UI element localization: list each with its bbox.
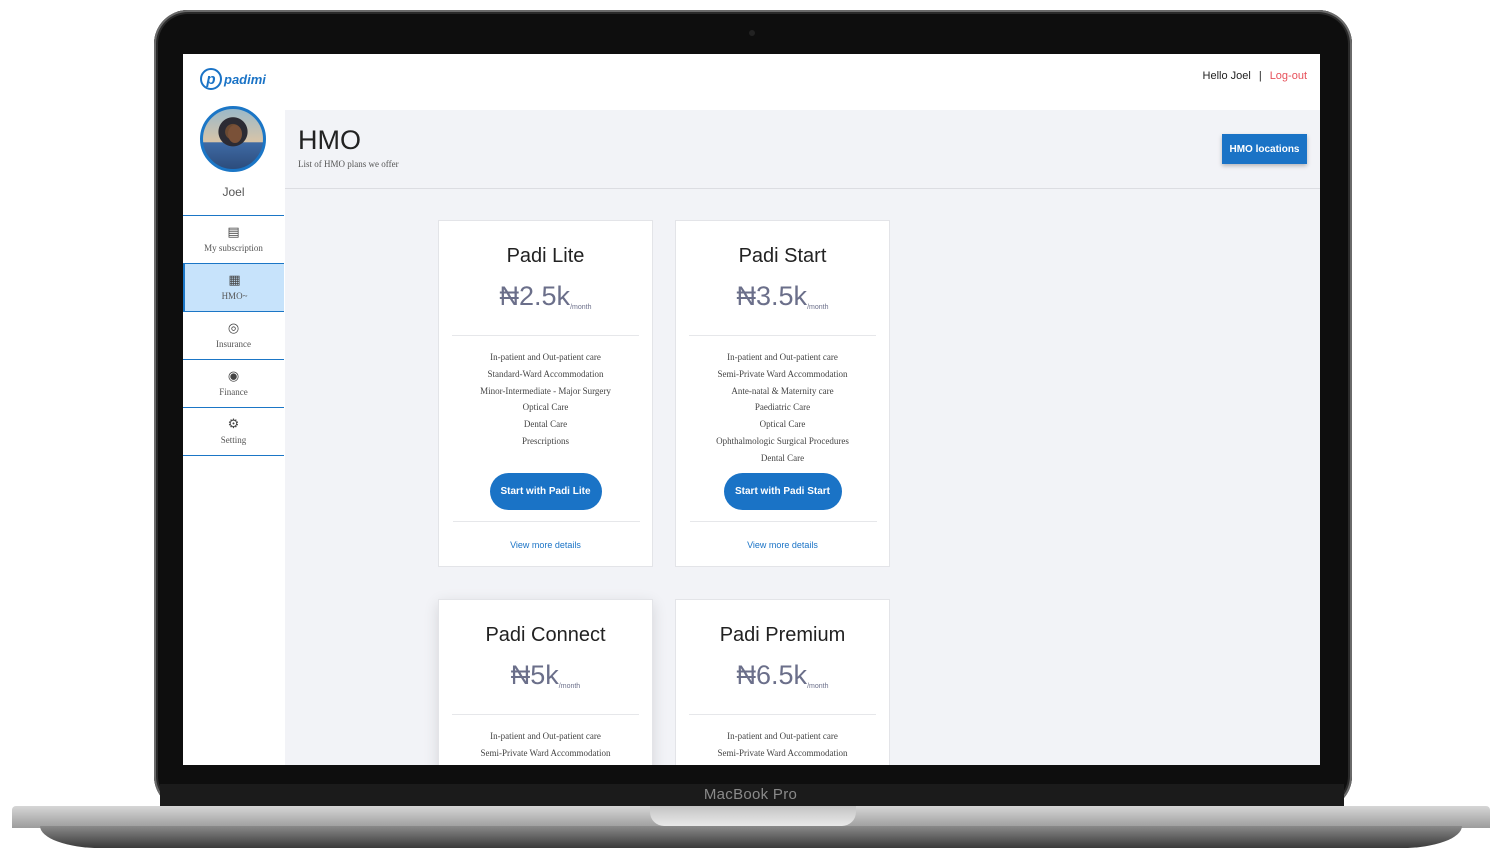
divider xyxy=(689,714,876,715)
plan-features: In-patient and Out-patient care Semi-Pri… xyxy=(439,728,652,762)
page-header: HMO List of HMO plans we offer HMO locat… xyxy=(285,110,1320,189)
plan-price: ₦5k/month xyxy=(439,661,652,701)
user-greeting: Hello Joel | Log-out xyxy=(1203,70,1307,82)
finance-icon: ◉ xyxy=(227,369,240,384)
feature-item: Semi-Private Ward Accommodation xyxy=(480,747,611,758)
avatar[interactable] xyxy=(200,106,266,172)
price-period: /month xyxy=(570,304,592,311)
plan-features: In-patient and Out-patient care Semi-Pri… xyxy=(676,728,889,762)
plan-card: Padi Lite ₦2.5k/month In-patient and Out… xyxy=(438,220,653,567)
view-more-details-link[interactable]: View more details xyxy=(439,540,652,550)
feature-item: Optical Care xyxy=(759,419,806,430)
feature-item: Dental Care xyxy=(523,419,568,430)
feature-item: Minor-Intermediate - Major Surgery xyxy=(480,385,611,396)
divider xyxy=(689,335,876,336)
start-padi-start-button[interactable]: Start with Padi Start xyxy=(723,473,842,510)
price-period: /month xyxy=(558,683,581,690)
logout-link[interactable]: Log-out xyxy=(1270,70,1307,82)
plan-name: Padi Premium xyxy=(719,624,846,646)
logo-text: padimi xyxy=(224,71,266,87)
feature-item: Optical Care xyxy=(522,402,569,413)
feature-item: In-patient and Out-patient care xyxy=(727,731,838,741)
device-label: MacBook Pro xyxy=(703,786,798,803)
plan-price: ₦6.5k/month xyxy=(676,661,889,701)
document-check-icon: ▤ xyxy=(227,225,240,240)
hmo-locations-button[interactable]: HMO locations xyxy=(1222,134,1307,164)
gear-icon: ⚙ xyxy=(227,417,240,432)
plan-name: Padi Start xyxy=(738,245,827,267)
sidebar-item-label: HMO~ xyxy=(221,291,248,301)
feature-item: Paediatric Care xyxy=(754,402,811,413)
feature-item: Semi-Private Ward Accommodation xyxy=(717,368,848,379)
price-amount: ₦5k xyxy=(510,660,559,690)
feature-item: In-patient and Out-patient care xyxy=(727,352,838,362)
padimi-logo-icon: p xyxy=(200,68,222,90)
plan-price: ₦3.5k/month xyxy=(676,282,889,322)
username: Joel xyxy=(222,185,245,199)
view-more-details-link[interactable]: View more details xyxy=(676,540,889,550)
greeting-separator: | xyxy=(1258,70,1262,82)
page-subtitle: List of HMO plans we offer xyxy=(298,159,399,169)
price-amount: ₦2.5k xyxy=(499,281,571,311)
plan-card: Padi Start ₦3.5k/month In-patient and Ou… xyxy=(675,220,890,567)
sidebar-item-setting[interactable]: ⚙ Setting xyxy=(183,407,284,456)
price-amount: ₦6.5k xyxy=(736,660,808,690)
feature-item: Ophthalmologic Surgical Procedures xyxy=(716,435,849,446)
logo[interactable]: p padimi xyxy=(200,68,266,90)
sidebar: Joel ▤ My subscription ▦ HMO~ ◎ Insuranc… xyxy=(183,106,284,765)
plan-card: Padi Connect ₦5k/month In-patient and Ou… xyxy=(438,599,653,765)
sidebar-item-finance[interactable]: ◉ Finance xyxy=(183,359,284,407)
divider xyxy=(453,521,640,522)
feature-item: Semi-Private Ward Accommodation xyxy=(717,747,848,758)
plan-price: ₦2.5k/month xyxy=(439,282,652,322)
plan-features: In-patient and Out-patient care Standard… xyxy=(439,349,652,450)
plan-card: Padi Premium ₦6.5k/month In-patient and … xyxy=(675,599,890,765)
price-period: /month xyxy=(807,683,829,690)
greeting-text: Hello Joel xyxy=(1202,70,1251,82)
page-title: HMO xyxy=(298,125,361,155)
laptop-base-bottom xyxy=(40,826,1462,848)
plan-features: In-patient and Out-patient care Semi-Pri… xyxy=(676,349,889,467)
main-content: HMO List of HMO plans we offer HMO locat… xyxy=(285,110,1320,765)
camera xyxy=(749,30,755,36)
feature-item: In-patient and Out-patient care xyxy=(490,731,601,741)
sidebar-item-hmo[interactable]: ▦ HMO~ xyxy=(183,263,284,311)
price-period: /month xyxy=(807,304,829,311)
avatar-face xyxy=(228,125,242,143)
sidebar-item-insurance[interactable]: ◎ Insurance xyxy=(183,311,284,359)
feature-item: Ante-natal & Maternity care xyxy=(731,385,834,396)
plan-name: Padi Lite xyxy=(506,245,585,267)
hmo-icon: ▦ xyxy=(228,273,241,288)
divider xyxy=(452,335,639,336)
sidebar-item-label: Finance xyxy=(219,387,248,397)
sidebar-item-label: My subscription xyxy=(204,243,263,253)
screen: p padimi Hello Joel | Log-out Joel ▤ My su… xyxy=(183,54,1320,765)
laptop-notch xyxy=(650,806,856,826)
top-bar: p padimi Hello Joel | Log-out xyxy=(183,54,1320,110)
feature-item: Standard-Ward Accommodation xyxy=(487,368,604,379)
start-padi-lite-button[interactable]: Start with Padi Lite xyxy=(489,473,602,510)
sidebar-nav: ▤ My subscription ▦ HMO~ ◎ Insurance ◉ F… xyxy=(183,215,284,456)
divider xyxy=(690,521,877,522)
divider xyxy=(452,714,639,715)
insurance-icon: ◎ xyxy=(227,321,240,336)
feature-item: Prescriptions xyxy=(522,435,569,446)
plan-name: Padi Connect xyxy=(485,624,606,646)
sidebar-item-my-subscription[interactable]: ▤ My subscription xyxy=(183,215,284,263)
feature-item: In-patient and Out-patient care xyxy=(490,352,601,362)
sidebar-item-label: Insurance xyxy=(216,339,251,349)
price-amount: ₦3.5k xyxy=(736,281,808,311)
feature-item: Dental Care xyxy=(760,452,805,463)
sidebar-item-label: Setting xyxy=(220,435,247,445)
